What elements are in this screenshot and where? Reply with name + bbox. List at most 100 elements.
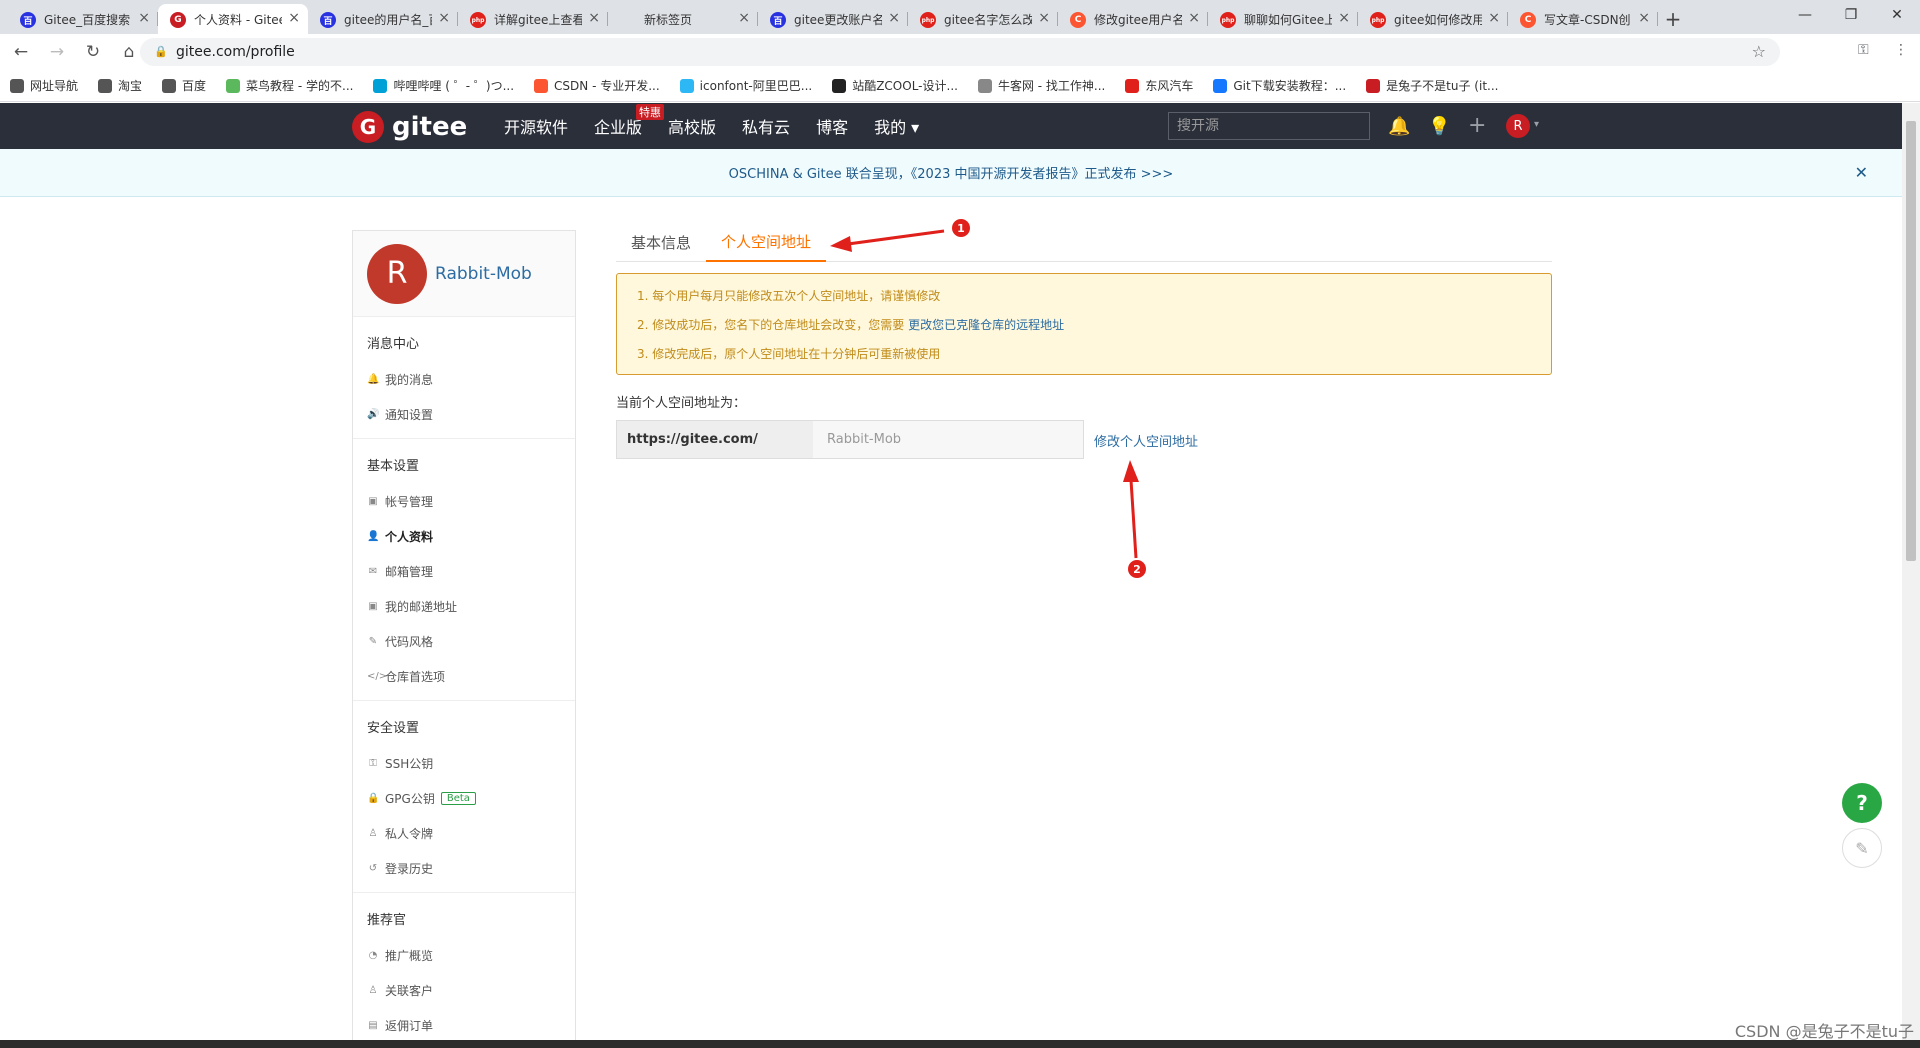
browser-tab[interactable]: C 写文章-CSDN创 ×: [1508, 4, 1658, 34]
reload-icon[interactable]: ↻: [78, 37, 108, 67]
edit-address-link[interactable]: 修改个人空间地址: [1094, 431, 1198, 450]
sidebar-item[interactable]: 🔊 通知设置: [353, 397, 575, 432]
feedback-button[interactable]: ✎: [1842, 828, 1882, 868]
sidebar-item[interactable]: 🔔 我的消息: [353, 362, 575, 397]
browser-tab[interactable]: php 聊聊如何Gitee上 ×: [1208, 4, 1358, 34]
gitee-logo[interactable]: G gitee: [352, 111, 467, 143]
user-plus-icon: ♙: [368, 985, 378, 996]
sidebar-item-label: 关联客户: [385, 984, 434, 998]
close-tab-icon[interactable]: ×: [588, 10, 600, 26]
close-icon[interactable]: ✕: [1855, 163, 1868, 182]
restore-icon[interactable]: ❐: [1828, 0, 1874, 30]
browser-tab[interactable]: php gitee名字怎么改 ×: [908, 4, 1058, 34]
sidebar-item[interactable]: ↺ 登录历史: [353, 851, 575, 886]
sidebar-item[interactable]: </> 仓库首选项: [353, 659, 575, 694]
url-value: Rabbit-Mob: [813, 421, 1083, 458]
envelope-icon: ✉: [368, 566, 378, 577]
sidebar-item-label: 邮箱管理: [385, 565, 434, 579]
bookmark-item[interactable]: 网址导航: [10, 77, 78, 94]
main-nav: 开源软件 企业版 特惠 高校版 私有云 博客 我的 ▾: [504, 103, 945, 149]
history-icon: ↺: [368, 863, 378, 874]
bookmark-item[interactable]: 东风汽车: [1125, 77, 1193, 94]
nav-item[interactable]: 企业版 特惠: [594, 104, 665, 138]
close-tab-icon[interactable]: ×: [738, 10, 750, 26]
search-input[interactable]: 搜开源: [1168, 112, 1370, 140]
nav-item[interactable]: 开源软件: [504, 114, 568, 138]
close-tab-icon[interactable]: ×: [1188, 10, 1200, 26]
bulb-icon[interactable]: 💡: [1428, 116, 1450, 137]
lock-icon[interactable]: 🔒: [154, 45, 168, 58]
close-tab-icon[interactable]: ×: [888, 10, 900, 26]
avatar[interactable]: R: [367, 243, 427, 304]
bookmark-label: 站酷ZCOOL-设计...: [852, 79, 958, 93]
sidebar-item[interactable]: 👤 个人资料: [353, 519, 575, 554]
nav-item[interactable]: 私有云: [742, 114, 790, 138]
back-icon[interactable]: ←: [6, 37, 36, 67]
sidebar-item[interactable]: ♙ 私人令牌: [353, 816, 575, 851]
close-tab-icon[interactable]: ×: [1338, 10, 1350, 26]
sidebar-item[interactable]: ♙ 关联客户: [353, 973, 575, 1008]
banner-text[interactable]: OSCHINA & Gitee 联合呈现，《2023 中国开源开发者报告》正式发…: [729, 163, 1174, 182]
favicon-icon: C: [1070, 12, 1086, 28]
sidebar-item[interactable]: ▣ 我的邮递地址: [353, 589, 575, 624]
nav-item[interactable]: 高校版: [668, 114, 716, 138]
new-tab-button[interactable]: +: [1658, 4, 1688, 34]
plus-icon[interactable]: +: [1468, 113, 1486, 138]
close-window-icon[interactable]: ✕: [1874, 0, 1920, 30]
bookmark-item[interactable]: iconfont-阿里巴巴...: [679, 77, 812, 94]
sidebar-item[interactable]: ▤ 返佣订单: [353, 1008, 575, 1043]
sidebar-group: 基本设置 ▣ 帐号管理 👤 个人资料 ✉ 邮箱管理 ▣ 我的邮递地址 ✎ 代码风格 </> 仓库首选项: [353, 439, 575, 701]
bookmark-star-icon[interactable]: ☆: [1752, 42, 1766, 61]
bookmark-item[interactable]: 牛客网 - 找工作神...: [977, 77, 1105, 94]
bookmark-item[interactable]: 百度: [162, 77, 206, 94]
username[interactable]: Rabbit-Mob: [435, 264, 532, 284]
menu-icon[interactable]: ⋮: [1894, 42, 1908, 58]
chevron-down-icon[interactable]: ▾: [1534, 119, 1539, 130]
minimize-icon[interactable]: —: [1782, 0, 1828, 30]
key-icon[interactable]: ⚿: [1858, 42, 1869, 58]
close-tab-icon[interactable]: ×: [1638, 10, 1650, 26]
help-button[interactable]: ?: [1842, 783, 1882, 823]
bookmark-item[interactable]: CSDN - 专业开发...: [534, 77, 660, 94]
nav-item[interactable]: 我的 ▾: [874, 114, 919, 138]
sidebar-item[interactable]: 🔒 GPG公钥 Beta: [353, 781, 575, 816]
browser-tab[interactable]: php gitee如何修改用 ×: [1358, 4, 1508, 34]
settings-tab[interactable]: 基本信息: [616, 222, 706, 262]
sidebar-item[interactable]: ◔ 推广概览: [353, 938, 575, 973]
browser-tab[interactable]: 新标签页 ×: [608, 4, 758, 34]
settings-tab[interactable]: 个人空间地址: [706, 222, 827, 262]
browser-tab-label: gitee名字怎么改: [944, 12, 1032, 27]
header-avatar[interactable]: R: [1506, 114, 1530, 138]
bookmark-item[interactable]: Git下载安装教程：...: [1213, 77, 1346, 94]
close-tab-icon[interactable]: ×: [288, 10, 300, 26]
scrollbar-thumb[interactable]: [1906, 121, 1916, 561]
close-tab-icon[interactable]: ×: [138, 10, 150, 26]
sidebar-item[interactable]: ✉ 邮箱管理: [353, 554, 575, 589]
sidebar-item[interactable]: ▣ 帐号管理: [353, 484, 575, 519]
close-tab-icon[interactable]: ×: [1488, 10, 1500, 26]
change-remote-link[interactable]: 更改您已克隆仓库的远程地址: [908, 318, 1064, 332]
scrollbar[interactable]: [1902, 103, 1920, 1048]
url-input[interactable]: 🔒 gitee.com/profile ☆: [140, 38, 1780, 66]
browser-tab[interactable]: 百 Gitee_百度搜索 ×: [8, 4, 158, 34]
bookmark-item[interactable]: 淘宝: [98, 77, 142, 94]
browser-tab[interactable]: 百 gitee更改账户名 ×: [758, 4, 908, 34]
forward-icon[interactable]: →: [42, 37, 72, 67]
bookmark-item[interactable]: 菜鸟教程 - 学的不...: [226, 77, 353, 94]
browser-tab-label: gitee的用户名_百: [344, 12, 432, 27]
close-tab-icon[interactable]: ×: [1038, 10, 1050, 26]
sidebar-item[interactable]: ⚿ SSH公钥: [353, 746, 575, 781]
announcement-banner[interactable]: OSCHINA & Gitee 联合呈现，《2023 中国开源开发者报告》正式发…: [0, 149, 1902, 197]
browser-tab[interactable]: C 修改gitee用户名 ×: [1058, 4, 1208, 34]
browser-tab[interactable]: G 个人资料 - Gitee ×: [158, 4, 308, 34]
nav-item[interactable]: 博客: [816, 114, 848, 138]
sidebar-group: 安全设置 ⚿ SSH公钥 🔒 GPG公钥 Beta ♙ 私人令牌 ↺ 登录历史: [353, 701, 575, 893]
browser-tab[interactable]: php 详解gitee上查看 ×: [458, 4, 608, 34]
sidebar-item[interactable]: ✎ 代码风格: [353, 624, 575, 659]
bell-icon[interactable]: 🔔: [1388, 116, 1410, 137]
bookmark-item[interactable]: 是兔子不是tu子 (it...: [1366, 77, 1498, 94]
bookmark-item[interactable]: 站酷ZCOOL-设计...: [832, 77, 958, 94]
bookmark-item[interactable]: 哔哩哔哩 ( ゜- ゜)つ...: [373, 77, 514, 94]
browser-tab[interactable]: 百 gitee的用户名_百 ×: [308, 4, 458, 34]
close-tab-icon[interactable]: ×: [438, 10, 450, 26]
